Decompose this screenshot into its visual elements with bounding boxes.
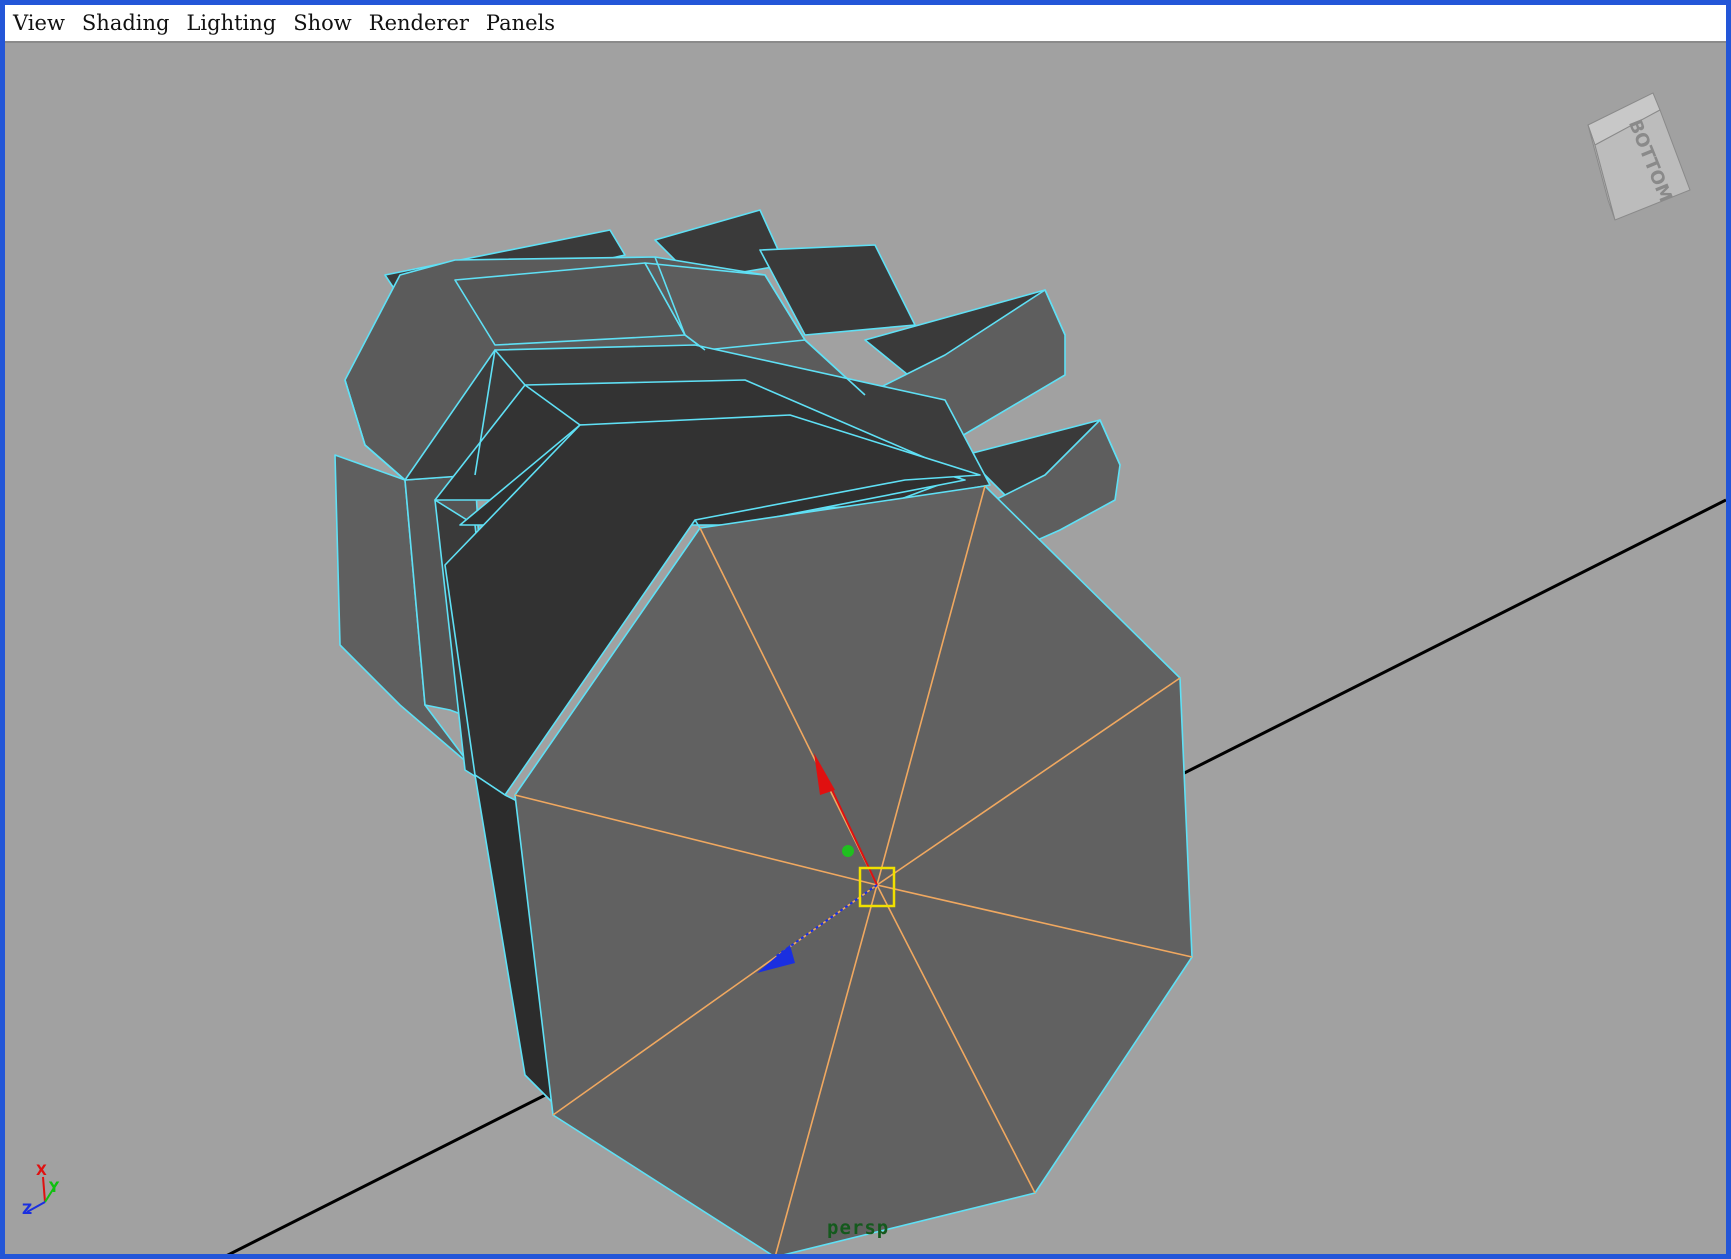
menu-panels[interactable]: Panels bbox=[486, 11, 555, 35]
polygon-mesh[interactable] bbox=[334, 209, 1193, 1254]
axis-x-label: X bbox=[36, 1163, 47, 1179]
scene-canvas[interactable]: BOTTOM X Y Z bbox=[5, 45, 1726, 1254]
menu-show[interactable]: Show bbox=[293, 11, 352, 35]
axis-x-line bbox=[42, 1176, 46, 1203]
menu-renderer[interactable]: Renderer bbox=[369, 11, 469, 35]
panel-menubar: View Shading Lighting Show Renderer Pane… bbox=[5, 5, 1726, 43]
3d-viewport[interactable]: BOTTOM X Y Z persp bbox=[5, 45, 1726, 1254]
manipulator-y-handle[interactable] bbox=[842, 845, 854, 857]
axis-z-label: Z bbox=[22, 1202, 32, 1218]
axis-y-label: Y bbox=[48, 1180, 60, 1196]
axis-indicator: X Y Z bbox=[22, 1163, 60, 1218]
menu-view[interactable]: View bbox=[13, 11, 65, 35]
camera-name-label: persp bbox=[827, 1217, 890, 1239]
viewcube[interactable]: BOTTOM bbox=[1587, 92, 1691, 221]
viewport-window: View Shading Lighting Show Renderer Pane… bbox=[0, 0, 1731, 1259]
menu-lighting[interactable]: Lighting bbox=[186, 11, 276, 35]
menu-shading[interactable]: Shading bbox=[82, 11, 170, 35]
